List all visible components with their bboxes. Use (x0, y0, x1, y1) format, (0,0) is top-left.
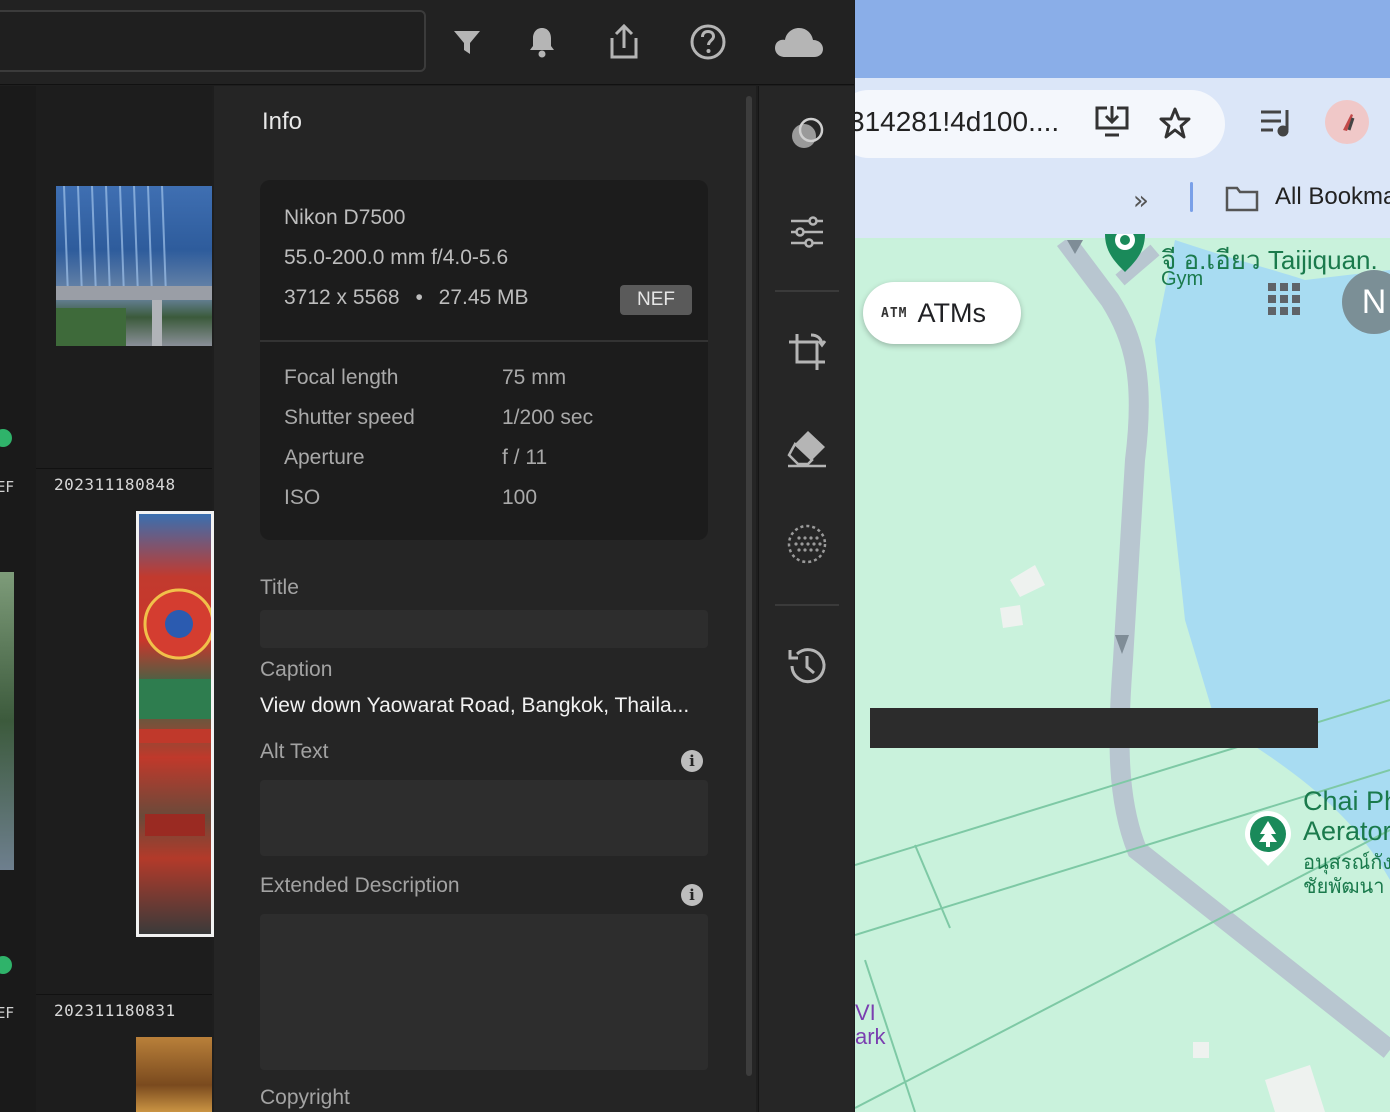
place-pin-icon[interactable] (1101, 230, 1149, 278)
file-format-badge: NEF (620, 285, 692, 315)
file-size: 27.45 MB (438, 286, 529, 309)
healing-eraser-icon[interactable] (781, 422, 833, 474)
park-name-line2[interactable]: Aerator (1303, 816, 1390, 847)
camera-model: Nikon D7500 (284, 206, 406, 229)
photo-thumbnail[interactable] (136, 511, 214, 937)
image-dimensions: 3712 x 5568 (284, 286, 400, 309)
filter-icon[interactable] (445, 20, 489, 64)
exif-label: ISO (284, 486, 321, 509)
atm-chip-label: ATMs (917, 297, 986, 328)
exif-label: Aperture (284, 446, 365, 469)
atm-filter-chip[interactable]: ATM ATMs (863, 282, 1021, 344)
exif-label: Shutter speed (284, 406, 415, 429)
title-label: Title (260, 576, 299, 599)
info-panel: Info Nikon D7500 55.0-200.0 mm f/4.0-5.6… (214, 86, 756, 1112)
bell-icon[interactable] (520, 20, 564, 64)
caption-label: Caption (260, 658, 333, 681)
exif-value: 1/200 sec (502, 406, 594, 429)
photo-filename: 202311180848 (54, 475, 176, 494)
map-label-purple-line2: ark (855, 1024, 886, 1049)
bookmark-star-icon[interactable] (1158, 106, 1192, 144)
caption-field[interactable]: View down Yaowarat Road, Bangkok, Thaila… (260, 694, 689, 718)
format-badge: EF (0, 478, 15, 496)
presets-icon[interactable] (781, 108, 833, 160)
install-app-icon[interactable] (1093, 104, 1131, 142)
extended-description-field[interactable] (260, 914, 708, 1070)
separator-dot: • (415, 286, 423, 309)
exif-value: f / 11 (502, 446, 548, 469)
address-bar-url[interactable]: 314281!4d100.... (855, 106, 1059, 138)
top-toolbar (0, 0, 854, 85)
image-size-line: 3712 x 5568 • 27.45 MB (284, 286, 529, 310)
map-canvas[interactable]: จี อ.เอียว Taijiquan. Gym ATM ATMs N Cha… (855, 230, 1390, 1112)
browser-tab-strip (855, 0, 1390, 78)
photo-tile[interactable]: 202311180848 (36, 468, 214, 995)
map-shapes (855, 240, 1390, 1112)
alt-text-field[interactable] (260, 780, 708, 856)
alt-text-label: Alt Text (260, 740, 329, 763)
masking-icon[interactable] (781, 518, 833, 570)
redaction-bar (870, 708, 1318, 748)
cloud-icon[interactable] (772, 20, 826, 64)
photo-tile[interactable]: 202311180831 (36, 994, 212, 1112)
exif-value: 100 (502, 486, 538, 509)
photo-thumbnail[interactable] (56, 186, 212, 346)
bookmarks-overflow-icon[interactable]: » (1133, 186, 1149, 216)
search-input[interactable] (0, 10, 426, 72)
divider (260, 340, 708, 342)
tool-strip (758, 86, 854, 1112)
all-bookmarks-button[interactable]: All Bookma (1275, 183, 1390, 211)
photo-filename: 202311180831 (54, 1001, 176, 1020)
exif-value: 75 mm (502, 366, 567, 389)
info-panel-scrollbar[interactable] (746, 96, 752, 1076)
photo-thumbnail[interactable] (136, 1037, 212, 1112)
crop-icon[interactable] (781, 326, 833, 378)
browser-window: 314281!4d100.... » All Bookma จี อ.เอียว… (855, 0, 1390, 1112)
panel-title: Info (262, 108, 303, 135)
history-icon[interactable] (781, 640, 833, 692)
divider (775, 290, 839, 292)
info-icon[interactable]: i (681, 750, 703, 772)
park-name-line1[interactable]: Chai Ph (1303, 786, 1390, 817)
photo-tile[interactable] (36, 86, 212, 468)
title-field[interactable] (260, 610, 708, 648)
extended-description-label: Extended Description (260, 874, 460, 897)
photo-thumbnail-partial[interactable] (0, 572, 14, 870)
edit-sliders-icon[interactable] (781, 206, 833, 258)
share-icon[interactable] (602, 20, 646, 64)
lens-model: 55.0-200.0 mm f/4.0-5.6 (284, 246, 509, 269)
format-badge: EF (0, 1004, 15, 1022)
info-icon[interactable]: i (681, 884, 703, 906)
divider (775, 604, 839, 606)
apps-grid-icon[interactable] (1267, 282, 1301, 320)
photo-grid: 202311180848 EF 202311180831 EF (0, 86, 214, 1112)
park-pin-icon[interactable] (1243, 810, 1293, 872)
exif-label: Focal length (284, 366, 399, 389)
map-label-purple-line1: VI (855, 1000, 876, 1025)
park-name-thai-line2: ชัยพัฒนา (1303, 876, 1385, 898)
media-controls-icon[interactable] (1259, 108, 1293, 142)
bookmarks-separator (1190, 182, 1193, 212)
copyright-label: Copyright (260, 1086, 350, 1109)
camera-info-card: Nikon D7500 55.0-200.0 mm f/4.0-5.6 3712… (260, 180, 708, 540)
help-icon[interactable] (686, 20, 730, 64)
folder-icon (1225, 184, 1259, 216)
map-place-type: Gym (1161, 268, 1204, 290)
profile-avatar[interactable] (1325, 100, 1369, 144)
lightroom-window: 202311180848 EF 202311180831 EF Info Nik… (0, 0, 854, 1112)
atm-icon: ATM (881, 305, 908, 321)
